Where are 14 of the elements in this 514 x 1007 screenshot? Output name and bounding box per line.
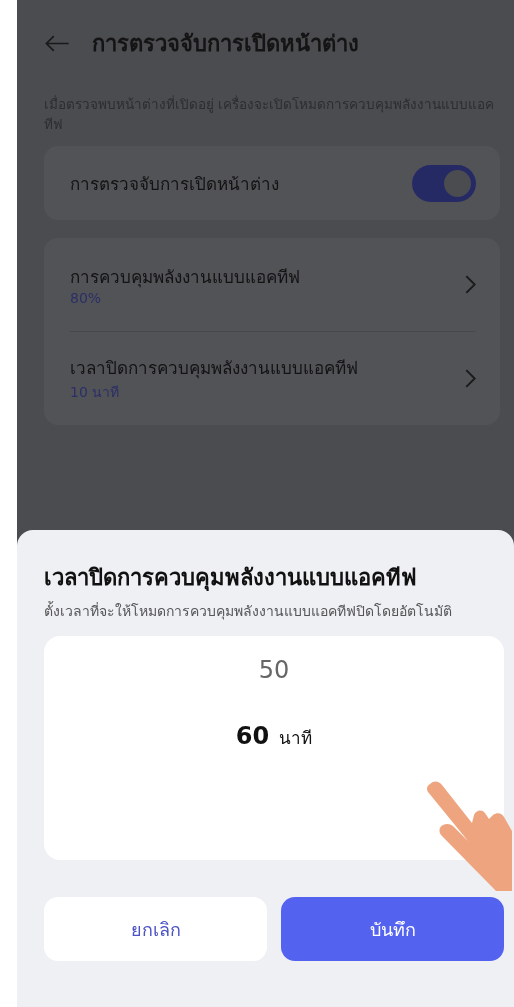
time-picker[interactable]: 50 60 นาที [44, 636, 504, 860]
page-title: การตรวจจับการเปิดหน้าต่าง [92, 29, 359, 58]
chevron-right-icon [465, 369, 476, 388]
dialog-button[interactable]: บันทึก [281, 897, 504, 961]
picker-option[interactable]: 60 [235, 722, 270, 750]
dialog-button[interactable]: ยกเลิก [44, 897, 267, 961]
toggle-switch[interactable] [412, 164, 476, 202]
unit-label: นาที [279, 727, 313, 750]
chevron-right-icon [465, 275, 476, 294]
toggle-label: การตรวจจับการเปิดหน้าต่าง [70, 172, 279, 196]
sheet-title: เวลาปิดการควบคุมพลังงานแบบแอคทีฟ [44, 564, 418, 593]
sheet-subtitle: ตั้งเวลาที่จะให้โหมดการควบคุมพลังงานแบบแอคทีฟปิดโดยอัตโนมัติ [44, 601, 453, 622]
back-arrow-icon[interactable] [44, 34, 70, 52]
picker-option[interactable]: 50 [258, 656, 290, 684]
